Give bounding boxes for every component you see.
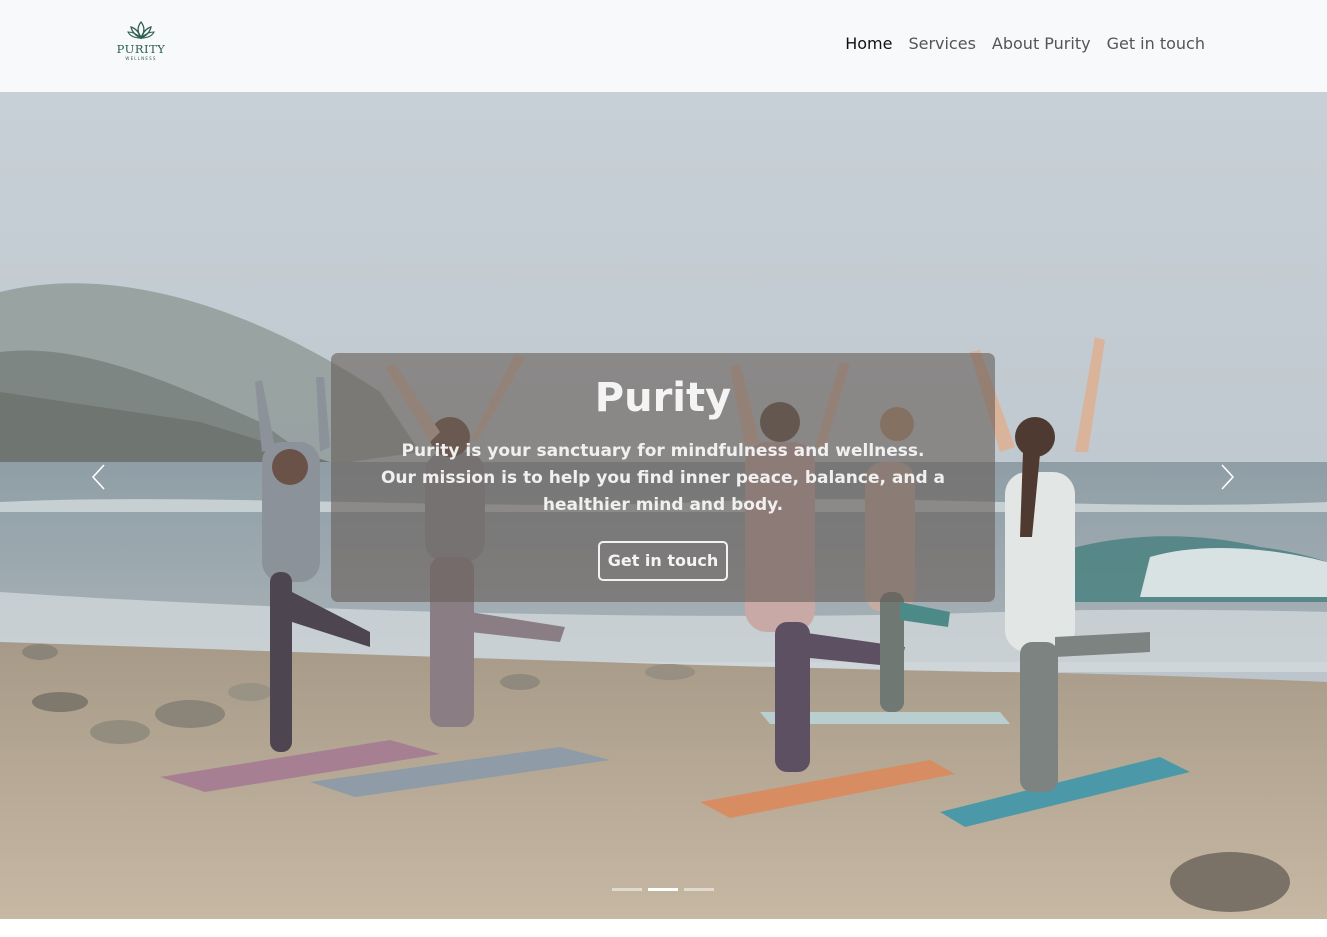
hero-line-1: Purity is your sanctuary for mindfulness…: [401, 441, 925, 461]
carousel-indicator-3[interactable]: [684, 888, 714, 891]
get-in-touch-button[interactable]: Get in touch: [598, 541, 728, 581]
chevron-right-icon: [1221, 464, 1235, 490]
hero-title: Purity: [594, 375, 732, 421]
hero-carousel: Purity Purity is your sanctuary for mind…: [0, 92, 1327, 919]
hero-description: Purity is your sanctuary for mindfulness…: [353, 438, 973, 519]
hero-caption: Purity Purity is your sanctuary for mind…: [331, 353, 995, 602]
navbar: PURITY WELLNESS Home Services About Puri…: [0, 0, 1327, 92]
nav-about[interactable]: About Purity: [984, 33, 1099, 55]
nav-home[interactable]: Home: [837, 33, 900, 55]
page-below-hero: [0, 919, 1327, 937]
brand-tagline: WELLNESS: [125, 56, 157, 61]
lotus-icon: [127, 20, 155, 40]
chevron-left-icon: [91, 464, 105, 490]
hero-line-2: Our mission is to help you find inner pe…: [380, 468, 946, 515]
main-nav: Home Services About Purity Get in touch: [837, 33, 1213, 55]
nav-services[interactable]: Services: [900, 33, 983, 55]
nav-contact[interactable]: Get in touch: [1099, 33, 1213, 55]
carousel-indicators: [612, 888, 714, 891]
brand-name: PURITY: [116, 42, 166, 56]
carousel-next-button[interactable]: [1212, 462, 1242, 492]
carousel-indicator-1[interactable]: [612, 888, 642, 891]
carousel-indicator-2[interactable]: [648, 888, 678, 891]
brand-logo[interactable]: PURITY WELLNESS: [113, 20, 169, 66]
carousel-prev-button[interactable]: [84, 462, 114, 492]
